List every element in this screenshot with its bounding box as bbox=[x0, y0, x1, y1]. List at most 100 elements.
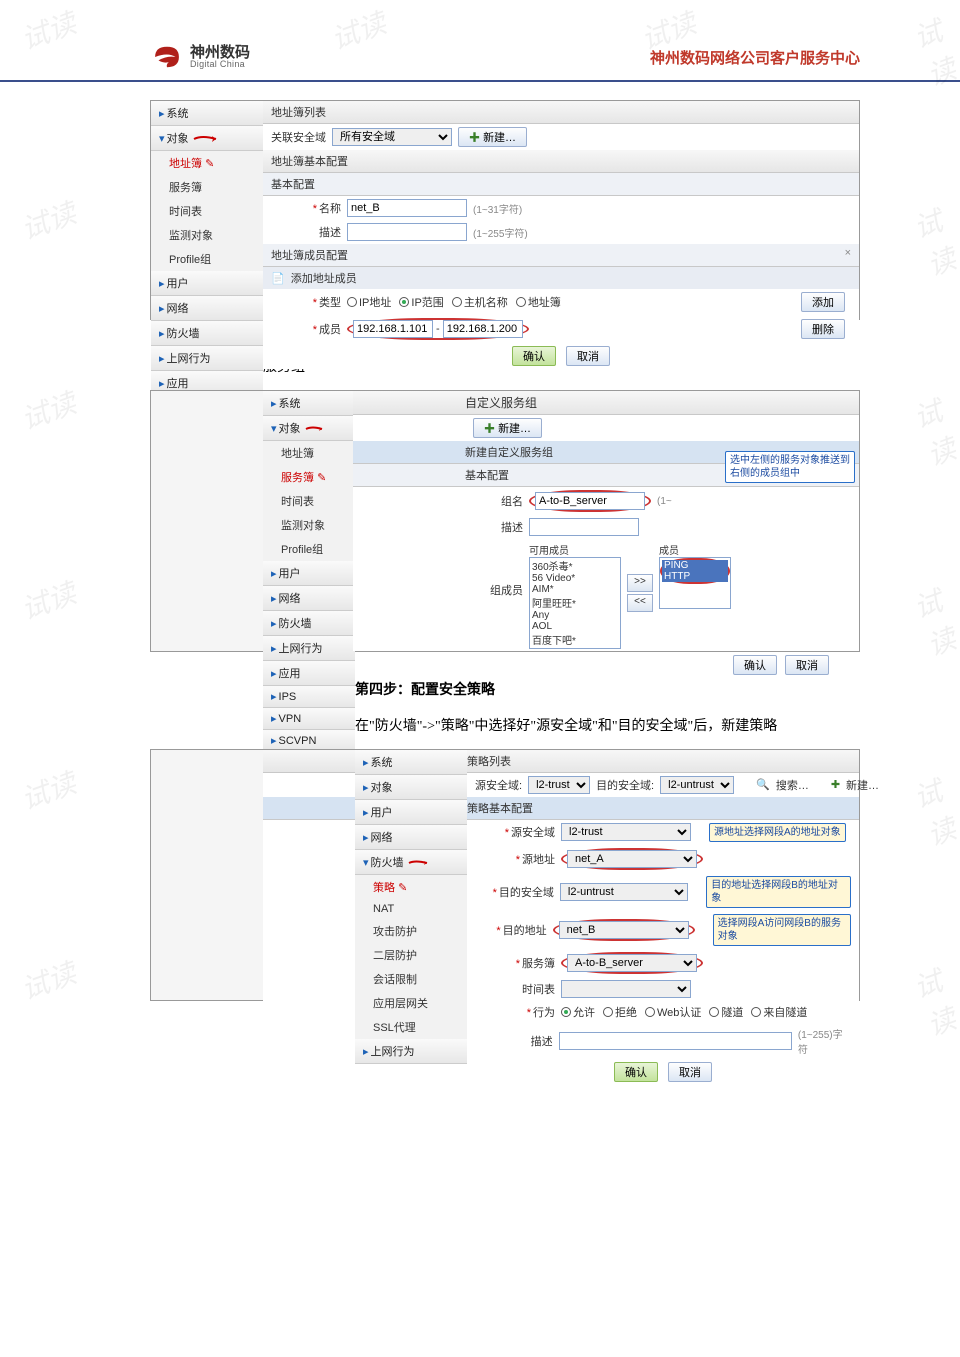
list-title: 地址簿列表 bbox=[263, 101, 859, 124]
pencil-icon: ✎ bbox=[398, 882, 407, 894]
sidebar-leaf[interactable]: 监测对象 bbox=[151, 223, 263, 247]
sidebar-item[interactable]: ▸上网行为 bbox=[355, 1039, 467, 1064]
sidebar-item[interactable]: ▸网络 bbox=[263, 586, 355, 611]
radio-addrbook[interactable] bbox=[516, 297, 526, 307]
new-button[interactable]: ✚ 新建… bbox=[473, 418, 542, 438]
src-zone-select[interactable]: l2-trust bbox=[528, 776, 590, 794]
f-desc-input[interactable] bbox=[559, 1032, 792, 1050]
sidebar-item[interactable]: ▸用户 bbox=[263, 561, 355, 586]
radio-deny[interactable] bbox=[603, 1007, 613, 1017]
sidebar-leaf[interactable]: SSL代理 bbox=[355, 1015, 467, 1039]
selected-list[interactable]: PING HTTP bbox=[659, 557, 731, 609]
section-label: 基本配置 bbox=[263, 173, 859, 196]
close-icon[interactable]: × bbox=[845, 247, 851, 263]
sidebar-leaf[interactable]: 策略 ✎ bbox=[355, 875, 467, 899]
sidebar-item[interactable]: ▾对象 bbox=[151, 126, 263, 151]
sidebar-leaf[interactable]: Profile组 bbox=[151, 247, 263, 271]
sidebar-item[interactable]: ▸上网行为 bbox=[263, 636, 355, 661]
sidebar-item[interactable]: ▸上网行为 bbox=[151, 346, 263, 371]
avail-list[interactable]: 360杀毒*56 Video*AIM* 阿里旺旺*AnyAOL 百度下吧*百度H… bbox=[529, 557, 621, 649]
sidebar-leaf[interactable]: 应用层网关 bbox=[355, 991, 467, 1015]
f-srcaddr-select[interactable]: net_A bbox=[567, 850, 697, 868]
red-arrow-icon bbox=[407, 857, 433, 869]
f-svc-select[interactable]: A-to-B_server bbox=[567, 954, 697, 972]
desc-input[interactable] bbox=[347, 223, 467, 241]
sidebar-leaf[interactable]: 服务簿 ✎ bbox=[263, 465, 355, 489]
radio-fromtunnel[interactable] bbox=[751, 1007, 761, 1017]
move-left-button[interactable]: << bbox=[627, 594, 653, 612]
f-dstdom-select[interactable]: l2-untrust bbox=[560, 883, 688, 901]
sidebar-leaf[interactable]: 服务簿 bbox=[151, 175, 263, 199]
move-right-button[interactable]: >> bbox=[627, 574, 653, 592]
sidebar-item[interactable]: ▸网络 bbox=[151, 296, 263, 321]
radio-webauth[interactable] bbox=[645, 1007, 655, 1017]
sidebar-item[interactable]: ▸网络 bbox=[355, 825, 467, 850]
add-button[interactable]: 添加 bbox=[801, 292, 845, 312]
sidebar-item[interactable]: ▸用户 bbox=[151, 271, 263, 296]
logo: 神州数码 Digital China bbox=[150, 40, 250, 74]
sidebar-leaf[interactable]: 攻击防护 bbox=[355, 919, 467, 943]
search-icon[interactable]: 🔍 bbox=[756, 778, 770, 791]
sidebar-item[interactable]: ▸系统 bbox=[151, 101, 263, 126]
radio-tunnel[interactable] bbox=[709, 1007, 719, 1017]
dst-zone-select[interactable]: l2-untrust bbox=[660, 776, 734, 794]
name-input[interactable] bbox=[347, 199, 467, 217]
fig2-sidebar: ▸系统 ▾对象 地址簿 服务簿 ✎ 时间表 监测对象 Profile组 ▸用户 … bbox=[263, 391, 355, 774]
sidebar-item[interactable]: ▸对象 bbox=[355, 775, 467, 800]
dst-zone-label: 目的安全域: bbox=[596, 777, 654, 793]
sidebar-leaf[interactable]: 地址簿 bbox=[263, 441, 355, 465]
f-desc-hint: (1~255)字符 bbox=[798, 1026, 851, 1056]
fig3-sidebar: ▸系统 ▸对象 ▸用户 ▸网络 ▾防火墙 策略 ✎ NAT 攻击防护 二层防护 … bbox=[355, 750, 467, 1064]
fig1-main: 地址簿列表 关联安全域 所有安全域 ✚ 新建… 地址簿基本配置 基本配置 名称 … bbox=[263, 101, 859, 369]
sidebar-item[interactable]: ▸防火墙 bbox=[151, 321, 263, 346]
f-dstaddr-select[interactable]: net_B bbox=[559, 921, 689, 939]
sidebar-leaf[interactable]: NAT bbox=[355, 899, 467, 919]
sidebar-leaf[interactable]: 地址簿 ✎ bbox=[151, 151, 263, 175]
sidebar-item[interactable]: ▾防火墙 bbox=[355, 850, 467, 875]
sidebar-item[interactable]: ▸系统 bbox=[263, 391, 355, 416]
assoc-zone-select[interactable]: 所有安全域 bbox=[332, 128, 452, 146]
name-hint: (1~31字符) bbox=[473, 201, 522, 216]
sidebar-leaf[interactable]: 时间表 bbox=[263, 489, 355, 513]
radio-iprange[interactable] bbox=[399, 297, 409, 307]
sidebar-item[interactable]: ▸应用 bbox=[263, 661, 355, 686]
sidebar-leaf[interactable]: 二层防护 bbox=[355, 943, 467, 967]
sidebar-item[interactable]: ▸系统 bbox=[355, 750, 467, 775]
sidebar-leaf[interactable]: 时间表 bbox=[151, 199, 263, 223]
ok-button[interactable]: 确认 bbox=[512, 346, 556, 366]
type-radios: IP地址 IP范围 主机名称 地址簿 bbox=[347, 294, 561, 310]
desc-label: 描述 bbox=[473, 519, 523, 535]
ok-button[interactable]: 确认 bbox=[614, 1062, 658, 1082]
fig1-panel: ▸系统 ▾对象 地址簿 ✎ 服务簿 时间表 监测对象 Profile组 ▸用户 … bbox=[150, 100, 860, 320]
new-button[interactable]: ✚ 新建… bbox=[458, 127, 527, 147]
delete-button[interactable]: 删除 bbox=[801, 319, 845, 339]
f-time-select[interactable] bbox=[561, 980, 691, 998]
basic-title: 地址簿基本配置 bbox=[263, 150, 859, 173]
f-dstdom-label: 目的安全域 bbox=[475, 884, 554, 900]
sidebar-leaf[interactable]: 会话限制 bbox=[355, 967, 467, 991]
cancel-button[interactable]: 取消 bbox=[785, 655, 829, 675]
sidebar-leaf[interactable]: Profile组 bbox=[263, 537, 355, 561]
sidebar-item[interactable]: ▾对象 bbox=[263, 416, 355, 441]
groupname-input[interactable] bbox=[535, 492, 645, 510]
section-label: 地址簿成员配置 bbox=[271, 247, 348, 263]
sidebar-leaf[interactable]: 监测对象 bbox=[263, 513, 355, 537]
ok-button[interactable]: 确认 bbox=[733, 655, 777, 675]
search-link[interactable]: 搜索… bbox=[776, 777, 809, 793]
ip-start-input[interactable] bbox=[353, 320, 433, 338]
desc-input[interactable] bbox=[529, 518, 639, 536]
sidebar-item[interactable]: ▸防火墙 bbox=[263, 611, 355, 636]
sidebar-item[interactable]: ▸用户 bbox=[355, 800, 467, 825]
cancel-button[interactable]: 取消 bbox=[566, 346, 610, 366]
sidebar-item[interactable]: ▸VPN bbox=[263, 708, 355, 730]
oval-highlight: net_B bbox=[553, 919, 695, 941]
sidebar-item[interactable]: ▸IPS bbox=[263, 686, 355, 708]
new-link[interactable]: 新建… bbox=[846, 777, 879, 793]
radio-allow[interactable] bbox=[561, 1007, 571, 1017]
f-srcdom-select[interactable]: l2-trust bbox=[561, 823, 691, 841]
ip-end-input[interactable] bbox=[443, 320, 523, 338]
radio-ip[interactable] bbox=[347, 297, 357, 307]
cancel-button[interactable]: 取消 bbox=[668, 1062, 712, 1082]
f-srcdom-label: 源安全域 bbox=[475, 824, 555, 840]
radio-hostname[interactable] bbox=[452, 297, 462, 307]
